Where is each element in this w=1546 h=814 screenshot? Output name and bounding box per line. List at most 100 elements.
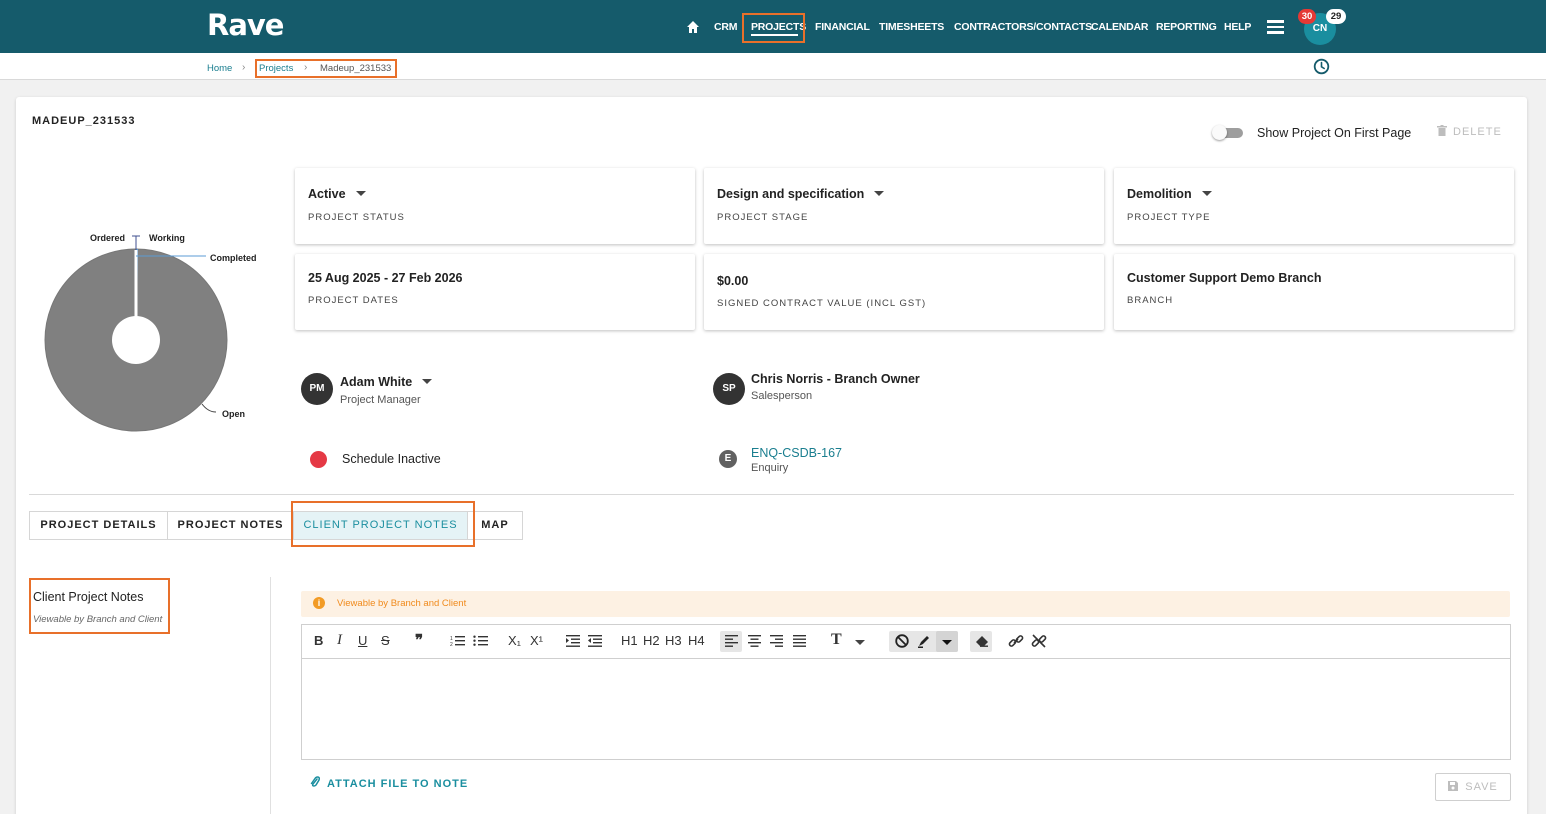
- section-divider: [29, 494, 1514, 495]
- project-type-tile[interactable]: Demolition PROJECT TYPE: [1114, 168, 1514, 244]
- align-right-icon[interactable]: [770, 635, 783, 647]
- rave-logo[interactable]: Rave: [207, 8, 284, 42]
- enquiry-label: Enquiry: [751, 462, 789, 474]
- heading-4-button[interactable]: H4: [688, 633, 705, 648]
- align-left-icon[interactable]: [725, 635, 738, 647]
- history-clock-icon[interactable]: [1313, 58, 1330, 75]
- donut-label-ordered: Ordered: [90, 233, 125, 243]
- project-manager-name[interactable]: Adam White: [340, 375, 433, 389]
- project-dates-label: PROJECT DATES: [308, 295, 399, 306]
- blockquote-icon[interactable]: ❞: [415, 631, 423, 649]
- notes-section-subtitle: Viewable by Branch and Client: [33, 614, 163, 625]
- schedule-status-text: Schedule Inactive: [342, 452, 441, 466]
- color-picker-caret-icon[interactable]: [942, 640, 952, 645]
- nav-reporting[interactable]: REPORTING: [1156, 21, 1217, 33]
- eraser-icon[interactable]: [975, 635, 989, 647]
- home-icon[interactable]: [686, 20, 700, 34]
- info-icon: i: [313, 597, 325, 609]
- unlink-icon[interactable]: [1031, 634, 1047, 648]
- project-dates-tile[interactable]: 25 Aug 2025 - 27 Feb 2026 PROJECT DATES: [295, 254, 695, 330]
- heading-1-button[interactable]: H1: [621, 633, 638, 648]
- align-justify-icon[interactable]: [793, 635, 806, 647]
- salesperson-role: Salesperson: [751, 390, 813, 402]
- nav-contractors-contacts[interactable]: CONTRACTORS/CONTACTS: [954, 21, 1092, 33]
- project-dates-value: 25 Aug 2025 - 27 Feb 2026: [308, 271, 463, 285]
- visibility-notice-text: Viewable by Branch and Client: [337, 598, 467, 609]
- dropdown-caret-icon[interactable]: [874, 191, 885, 197]
- salesperson-name: Chris Norris - Branch Owner: [751, 372, 920, 386]
- task-status-donut-chart: Ordered Working Completed Open: [44, 233, 257, 432]
- breadcrumb-highlight: [255, 59, 397, 78]
- dropdown-caret-icon[interactable]: [355, 191, 366, 197]
- save-button[interactable]: SAVE: [1435, 773, 1511, 801]
- donut-hole: [112, 316, 160, 364]
- breadcrumb-separator-icon: ›: [242, 62, 246, 73]
- link-icon[interactable]: [1008, 634, 1024, 648]
- active-tab-highlight: [291, 501, 475, 547]
- svg-text:2: 2: [450, 642, 453, 647]
- contract-value: $0.00: [717, 274, 749, 288]
- project-manager-role: Project Manager: [340, 394, 421, 406]
- visibility-notice: i Viewable by Branch and Client: [301, 591, 1510, 617]
- project-type-value: Demolition: [1127, 187, 1192, 201]
- nav-calendar[interactable]: CALENDAR: [1091, 21, 1149, 33]
- branch-label: BRANCH: [1127, 295, 1174, 306]
- notification-badge[interactable]: 30: [1298, 9, 1316, 24]
- contract-value-label: SIGNED CONTRACT VALUE (INCL GST): [717, 298, 927, 309]
- project-status-tile[interactable]: Active PROJECT STATUS: [295, 168, 695, 244]
- clear-color-icon[interactable]: [895, 634, 909, 648]
- delete-button[interactable]: DELETE: [1437, 125, 1502, 138]
- project-manager-avatar: PM: [301, 373, 333, 405]
- project-stage-label: PROJECT STAGE: [717, 212, 809, 223]
- attach-file-button[interactable]: ATTACH FILE TO NOTE: [310, 776, 468, 790]
- strikethrough-icon[interactable]: S: [381, 633, 390, 648]
- highlighter-icon[interactable]: [917, 634, 931, 648]
- notes-section-title: Client Project Notes: [33, 590, 144, 604]
- breadcrumb-home[interactable]: Home: [207, 63, 232, 74]
- bullet-list-icon[interactable]: [473, 635, 488, 647]
- donut-label-working: Working: [149, 233, 185, 243]
- nav-crm[interactable]: CRM: [714, 21, 738, 33]
- enquiry-link[interactable]: ENQ-CSDB-167: [751, 446, 842, 460]
- dropdown-caret-icon[interactable]: [1201, 191, 1212, 197]
- nav-timesheets[interactable]: TIMESHEETS: [879, 21, 944, 33]
- vertical-divider: [270, 577, 271, 814]
- underline-icon[interactable]: U: [358, 633, 367, 648]
- contract-value-tile[interactable]: $0.00 SIGNED CONTRACT VALUE (INCL GST): [704, 254, 1104, 330]
- editor-content-area[interactable]: [302, 660, 1510, 759]
- ordered-list-icon[interactable]: 1 2: [450, 635, 465, 647]
- italic-icon[interactable]: I: [337, 632, 342, 649]
- message-badge[interactable]: 29: [1326, 9, 1346, 24]
- project-stage-tile[interactable]: Design and specification PROJECT STAGE: [704, 168, 1104, 244]
- dropdown-caret-icon[interactable]: [422, 379, 433, 385]
- schedule-status-dot: [310, 451, 327, 468]
- tab-project-notes[interactable]: PROJECT NOTES: [167, 511, 294, 540]
- heading-3-button[interactable]: H3: [665, 633, 682, 648]
- donut-label-open: Open: [222, 409, 245, 419]
- subscript-icon[interactable]: X₁: [508, 633, 521, 648]
- text-format-caret-icon[interactable]: [855, 640, 865, 645]
- top-navigation-bar: Rave CRM PROJECTS FINANCIAL TIMESHEETS C…: [0, 0, 1546, 53]
- show-on-first-page-label: Show Project On First Page: [1257, 126, 1412, 140]
- nav-help[interactable]: HELP: [1224, 21, 1251, 33]
- bold-icon[interactable]: B: [314, 633, 323, 648]
- show-on-first-page-toggle[interactable]: [1212, 125, 1243, 140]
- notes-section-highlight: [29, 578, 170, 634]
- indent-icon[interactable]: [566, 635, 580, 647]
- text-format-icon[interactable]: T: [831, 631, 842, 649]
- project-type-label: PROJECT TYPE: [1127, 212, 1211, 223]
- rich-text-editor: B I U S ❞ 1 2 X₁ X¹ H1 H2 H3 H4 T: [301, 624, 1511, 760]
- editor-toolbar: B I U S ❞ 1 2 X₁ X¹ H1 H2 H3 H4 T: [302, 625, 1510, 659]
- heading-2-button[interactable]: H2: [643, 633, 660, 648]
- nav-financial[interactable]: FINANCIAL: [815, 21, 870, 33]
- superscript-icon[interactable]: X¹: [530, 633, 543, 648]
- branch-value: Customer Support Demo Branch: [1127, 271, 1322, 285]
- branch-tile[interactable]: Customer Support Demo Branch BRANCH: [1114, 254, 1514, 330]
- tab-map[interactable]: MAP: [467, 511, 523, 540]
- hamburger-menu-icon[interactable]: [1267, 20, 1284, 34]
- outdent-icon[interactable]: [588, 635, 602, 647]
- tab-project-details[interactable]: PROJECT DETAILS: [29, 511, 168, 540]
- nav-projects-highlight: [742, 13, 805, 43]
- align-center-icon[interactable]: [748, 635, 761, 647]
- delete-label: DELETE: [1453, 126, 1502, 138]
